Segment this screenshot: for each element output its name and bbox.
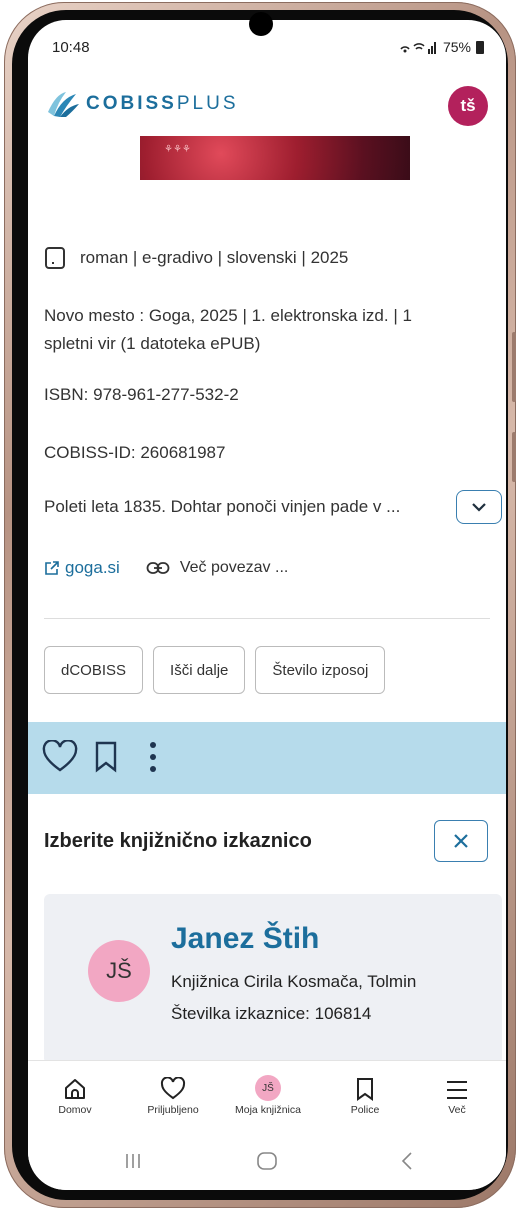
external-link-icon — [45, 560, 59, 575]
nav-more[interactable]: Več — [412, 1071, 502, 1116]
abstract-row: Poleti leta 1835. Dohtar ponoči vinjen p… — [44, 490, 502, 524]
screen: 10:48 75% COBISSPLUS tš ⚘⚘⚘ roman | e-gr… — [28, 20, 506, 1190]
nav-shelves-label: Police — [350, 1104, 380, 1116]
loan-count-button[interactable]: Število izposoj — [255, 646, 386, 694]
home-icon — [65, 1079, 85, 1099]
card-library: Knjižnica Cirila Kosmača, Tolmin — [171, 972, 417, 991]
bookmark-icon[interactable] — [94, 740, 118, 774]
nav-my-library-label: Moja knjižnica — [235, 1104, 301, 1116]
system-navigation — [28, 1132, 506, 1190]
chain-link-icon — [146, 562, 170, 574]
bottom-navigation: Domov Priljubljeno JŠ Moja knjižnica Pol… — [28, 1060, 506, 1133]
power-button — [512, 432, 516, 482]
phone-frame: 10:48 75% COBISSPLUS tš ⚘⚘⚘ roman | e-gr… — [4, 2, 516, 1208]
nav-my-library[interactable]: JŠ Moja knjižnica — [223, 1071, 313, 1116]
cover-ornament-icon: ⚘⚘⚘ — [164, 144, 191, 155]
record-toolbar — [28, 722, 506, 794]
signal-icon — [400, 42, 436, 54]
nav-avatar: JŠ — [255, 1075, 281, 1101]
action-buttons: dCOBISS Išči dalje Število izposoj — [44, 646, 386, 694]
nav-home-label: Domov — [58, 1104, 92, 1116]
recent-apps-icon[interactable] — [124, 1152, 142, 1170]
volume-button — [512, 332, 516, 402]
front-camera — [249, 12, 273, 36]
material-type-text: roman | e-gradivo | slovenski | 2025 — [80, 248, 349, 267]
book-cover: ⚘⚘⚘ — [140, 136, 410, 180]
card-number: Številka izkaznice: 106814 — [171, 1004, 372, 1023]
nav-home[interactable]: Domov — [30, 1071, 120, 1116]
heart-icon[interactable] — [42, 740, 78, 774]
library-card-option[interactable]: JŠ Janez Štih Knjižnica Cirila Kosmača, … — [44, 894, 502, 1064]
material-type-row: roman | e-gradivo | slovenski | 2025 — [44, 244, 348, 271]
publication-line-1: Novo mesto : Goga, 2025 | 1. elektronska… — [44, 306, 412, 325]
user-avatar[interactable]: tš — [448, 86, 488, 126]
battery-percent: 75% — [442, 39, 471, 55]
battery-icon — [476, 40, 484, 54]
nav-favorites[interactable]: Priljubljeno — [128, 1071, 218, 1116]
cobiss-logo[interactable]: COBISSPLUS — [46, 90, 239, 118]
ebook-device-icon — [45, 246, 65, 269]
more-links-button[interactable]: Več povezav ... — [146, 559, 289, 577]
external-link-label: goga.si — [65, 558, 120, 577]
status-indicators: 75% — [398, 39, 484, 55]
nav-shelves[interactable]: Police — [320, 1071, 410, 1116]
more-links-label: Več povezav ... — [179, 559, 289, 576]
abstract-text: Poleti leta 1835. Dohtar ponoči vinjen p… — [44, 497, 401, 516]
cobiss-id: COBISS-ID: 260681987 — [44, 443, 226, 462]
back-icon[interactable] — [400, 1151, 414, 1171]
divider — [44, 618, 490, 619]
home-button-icon[interactable] — [256, 1151, 278, 1171]
nav-favorites-label: Priljubljeno — [147, 1104, 199, 1116]
panel-title: Izberite knjižnično izkaznico — [44, 830, 312, 852]
heart-icon — [160, 1077, 186, 1100]
search-more-button[interactable]: Išči dalje — [153, 646, 246, 694]
close-panel-button[interactable] — [434, 820, 488, 862]
logo-light-text: PLUS — [176, 93, 239, 114]
bookmark-icon — [357, 1078, 373, 1101]
card-holder-name: Janez Štih — [171, 922, 320, 955]
logo-bold-text: COBISS — [86, 93, 177, 114]
isbn: ISBN: 978-961-277-532-2 — [44, 385, 239, 404]
expand-abstract-button[interactable] — [456, 490, 502, 524]
external-link-goga[interactable]: goga.si — [44, 558, 120, 578]
chevron-down-icon — [472, 503, 486, 512]
dcobiss-button[interactable]: dCOBISS — [44, 646, 144, 694]
publication-line-2: spletni vir (1 datoteka ePUB) — [44, 334, 261, 353]
app-header: COBISSPLUS tš — [28, 76, 506, 136]
nav-more-label: Več — [448, 1104, 466, 1116]
logo-leaf-icon — [48, 92, 79, 117]
more-vertical-icon[interactable] — [148, 740, 158, 774]
close-icon — [454, 834, 468, 848]
card-avatar: JŠ — [88, 940, 150, 1002]
links-row: goga.si Več povezav ... — [44, 558, 288, 578]
menu-icon — [447, 1081, 467, 1099]
status-time: 10:48 — [52, 39, 90, 56]
